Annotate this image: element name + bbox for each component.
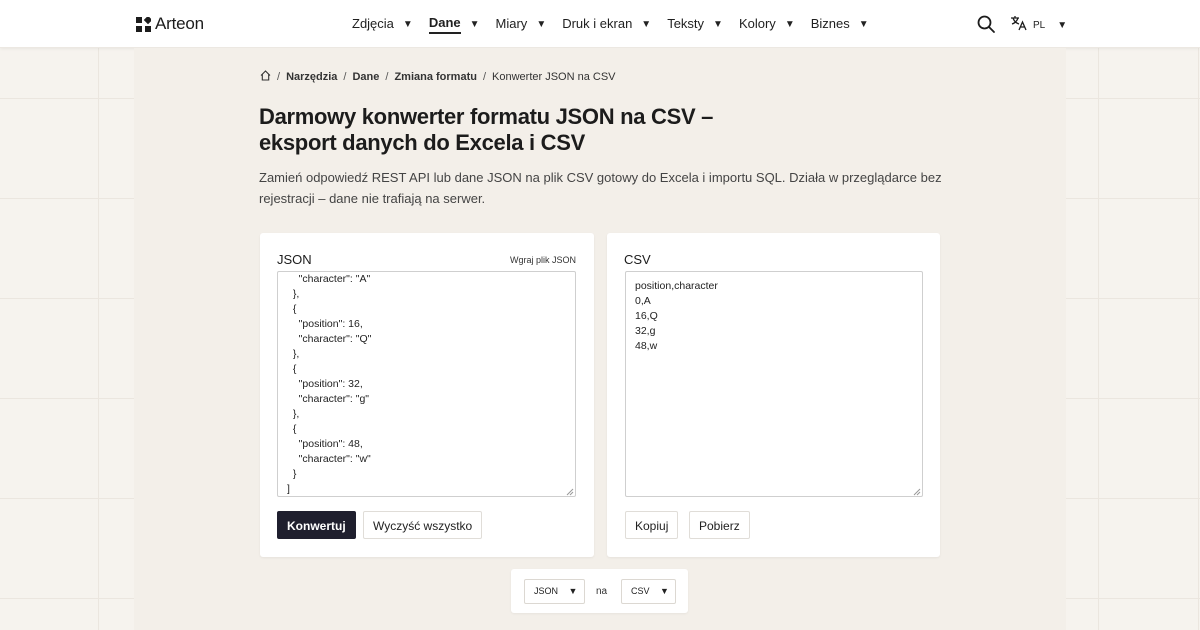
json-line: { bbox=[287, 303, 297, 315]
csv-line: position,character bbox=[635, 280, 718, 292]
json-line: "character": "w" bbox=[287, 453, 371, 465]
chevron-down-icon: ▼ bbox=[784, 18, 795, 30]
csv-line: 0,A bbox=[635, 295, 651, 307]
copy-button[interactable]: Kopiuj bbox=[625, 511, 679, 539]
json-line: } bbox=[287, 468, 297, 480]
nav-item-miary[interactable]: Miary ▼ bbox=[496, 16, 547, 33]
breadcrumb: / Narzędzia / Dane / Zmiana formatu / Ko… bbox=[260, 70, 616, 84]
chevron-down-icon: ▼ bbox=[641, 18, 652, 30]
search-icon[interactable] bbox=[976, 14, 996, 34]
chevron-down-icon: ▼ bbox=[402, 18, 413, 30]
nav-item-dane[interactable]: Dane ▼ bbox=[428, 15, 480, 34]
clear-all-button[interactable]: Wyczyść wszystko bbox=[363, 511, 483, 539]
json-line: "position": 48, bbox=[287, 438, 363, 450]
upload-json-link[interactable]: Wgraj plik JSON bbox=[510, 255, 576, 265]
csv-line: 48,w bbox=[635, 340, 658, 352]
arteon-logo-icon bbox=[136, 16, 151, 32]
resize-handle-icon[interactable] bbox=[913, 487, 921, 496]
breadcrumb-current: Konwerter JSON na CSV bbox=[492, 71, 616, 83]
target-format-value: CSV bbox=[631, 586, 650, 596]
chevron-down-icon: ▼ bbox=[1057, 20, 1068, 31]
convert-button[interactable]: Konwertuj bbox=[277, 511, 356, 539]
csv-panel-title: CSV bbox=[624, 252, 651, 267]
csv-output-textarea[interactable]: position,character 0,A 16,Q 32,g 48,w bbox=[625, 271, 923, 497]
brand-name: Arteon bbox=[155, 14, 204, 33]
json-input-panel: JSON Wgraj plik JSON "character": "A" },… bbox=[260, 233, 594, 557]
json-panel-title: JSON bbox=[277, 252, 312, 267]
breadcrumb-item-zmiana-formatu[interactable]: Zmiana formatu bbox=[394, 71, 477, 83]
nav-item-zdjecia[interactable]: Zdjęcia ▼ bbox=[352, 16, 413, 33]
main-content: / Narzędzia / Dane / Zmiana formatu / Ko… bbox=[134, 48, 1066, 630]
nav-item-label: Biznes bbox=[810, 15, 850, 31]
language-switcher[interactable]: PL ▼ bbox=[1010, 15, 1067, 36]
chevron-down-icon: ▼ bbox=[568, 586, 578, 596]
chevron-down-icon: ▼ bbox=[660, 586, 669, 596]
target-format-select[interactable]: CSV ▼ bbox=[621, 579, 676, 604]
csv-line: 16,Q bbox=[635, 310, 658, 322]
breadcrumb-separator: / bbox=[385, 71, 389, 83]
brand-logo[interactable]: Arteon bbox=[136, 14, 204, 34]
breadcrumb-separator: / bbox=[343, 71, 347, 83]
nav-item-label: Kolory bbox=[738, 15, 776, 31]
chevron-down-icon: ▼ bbox=[469, 18, 480, 30]
nav-item-label: Miary bbox=[495, 15, 528, 31]
resize-handle-icon[interactable] bbox=[566, 487, 574, 496]
breadcrumb-separator: / bbox=[482, 71, 487, 83]
source-format-select[interactable]: JSON ▼ bbox=[524, 579, 585, 604]
chevron-down-icon: ▼ bbox=[713, 18, 723, 30]
json-line: { bbox=[287, 363, 297, 375]
nav-item-druk-i-ekran[interactable]: Druk i ekran ▼ bbox=[562, 16, 651, 33]
nav-item-label: Druk i ekran bbox=[562, 15, 633, 31]
breadcrumb-item-dane[interactable]: Dane bbox=[352, 71, 379, 83]
json-line: }, bbox=[287, 348, 300, 360]
breadcrumb-item-narzedzia[interactable]: Narzędzia bbox=[286, 71, 337, 83]
json-input-textarea[interactable]: "character": "A" }, { "position": 16, "c… bbox=[277, 271, 576, 497]
format-joiner-label: na bbox=[596, 586, 608, 597]
csv-line: 32,g bbox=[635, 325, 656, 337]
language-code: PL bbox=[1033, 20, 1046, 31]
json-line: "position": 32, bbox=[287, 378, 363, 390]
chevron-down-icon: ▼ bbox=[858, 18, 869, 30]
nav-item-biznes[interactable]: Biznes ▼ bbox=[811, 16, 869, 33]
json-line: { bbox=[287, 423, 297, 435]
nav-item-label: Dane bbox=[428, 15, 461, 34]
nav-item-label: Zdjęcia bbox=[352, 15, 394, 31]
nav-item-label: Teksty bbox=[667, 15, 705, 31]
json-line: "character": "g" bbox=[287, 393, 370, 405]
breadcrumb-separator: / bbox=[277, 71, 281, 83]
main-nav: Zdjęcia ▼ Dane ▼ Miary ▼ Druk i ekran ▼ … bbox=[352, 0, 885, 48]
json-line: }, bbox=[287, 288, 300, 300]
page-description: Zamień odpowiedź REST API lub dane JSON … bbox=[259, 170, 942, 206]
top-navigation-bar: Arteon Zdjęcia ▼ Dane ▼ Miary ▼ Druk i e… bbox=[0, 0, 1200, 48]
format-switch: JSON ▼ na CSV ▼ bbox=[511, 569, 688, 613]
download-button[interactable]: Pobierz bbox=[689, 511, 750, 539]
page-title: Darmowy konwerter formatu JSON na CSV – … bbox=[259, 104, 714, 155]
translate-icon bbox=[1010, 15, 1027, 36]
json-line: }, bbox=[287, 408, 300, 420]
csv-output-panel: CSV position,character 0,A 16,Q 32,g 48,… bbox=[607, 233, 940, 557]
json-line: ] bbox=[287, 483, 290, 495]
json-line: "character": "A" bbox=[287, 273, 371, 285]
nav-item-teksty[interactable]: Teksty ▼ bbox=[667, 16, 723, 33]
home-icon[interactable] bbox=[260, 70, 271, 84]
source-format-value: JSON bbox=[534, 586, 559, 596]
json-line: "character": "Q" bbox=[287, 333, 372, 345]
chevron-down-icon: ▼ bbox=[536, 18, 547, 30]
nav-item-kolory[interactable]: Kolory ▼ bbox=[739, 16, 795, 33]
json-line: "position": 16, bbox=[287, 318, 363, 330]
